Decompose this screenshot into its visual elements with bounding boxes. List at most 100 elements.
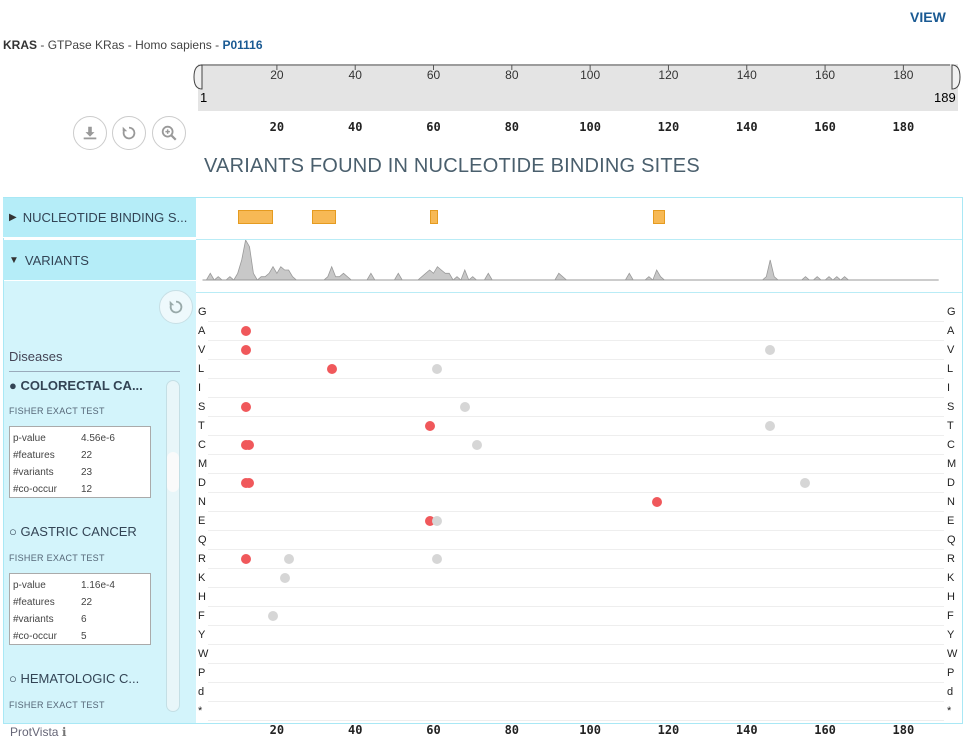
other-variant-point[interactable] <box>459 402 470 412</box>
stat-row: #variants 6 <box>13 611 147 628</box>
amino-acid-label: E <box>198 515 206 527</box>
variant-count-area <box>202 240 939 281</box>
radio-selected-icon: ● <box>9 378 17 393</box>
disease-variant-point[interactable] <box>244 478 255 488</box>
disease-variant-point[interactable] <box>240 345 251 355</box>
amino-acid-label: V <box>198 344 206 356</box>
other-variant-point[interactable] <box>800 478 811 488</box>
diseases-scrollbar[interactable] <box>166 380 180 712</box>
other-variant-point[interactable] <box>283 554 294 564</box>
amino-acid-label: H <box>198 591 206 603</box>
disease-variant-point[interactable] <box>240 554 251 564</box>
other-variant-point[interactable] <box>432 516 443 526</box>
ruler-tick-label: 120 <box>658 68 678 82</box>
accession-link[interactable]: P01116 <box>222 38 262 52</box>
other-variant-point[interactable] <box>471 440 482 450</box>
top-axis: 20 40 60 80 100 120 140 160 180 <box>198 120 958 136</box>
amino-acid-label: K <box>198 572 206 584</box>
binding-site-feature[interactable] <box>237 210 273 224</box>
amino-acid-label: P <box>198 667 206 679</box>
info-icon[interactable]: ℹ <box>62 725 67 739</box>
gene-name: KRAS <box>3 38 38 52</box>
other-variant-point[interactable] <box>279 573 290 583</box>
reset-filter-button[interactable] <box>159 290 193 324</box>
other-variant-point[interactable] <box>267 611 278 621</box>
disease-item-gastric[interactable]: ○ GASTRIC CANCER <box>9 524 159 539</box>
stat-row: p-value 4.56e-6 <box>13 430 147 447</box>
disease-variant-point[interactable] <box>240 326 251 336</box>
zoom-in-button[interactable] <box>152 116 186 150</box>
view-link[interactable]: VIEW <box>910 9 946 25</box>
stat-value: 22 <box>81 450 93 461</box>
amino-acid-label: Q <box>947 534 956 546</box>
axis-tick-label: 40 <box>347 723 363 737</box>
category-label: VARIANTS <box>24 252 89 268</box>
reset-icon <box>122 126 136 140</box>
other-variant-point[interactable] <box>765 345 776 355</box>
ruler-tick-label: 180 <box>893 68 913 82</box>
page-title: VARIANTS FOUND IN NUCLEOTIDE BINDING SIT… <box>204 155 700 177</box>
navigation-ruler[interactable]: 20 40 60 80 100 120 140 160 180 <box>193 64 961 111</box>
amino-acid-label: R <box>947 553 955 565</box>
amino-acid-label: D <box>947 477 955 489</box>
disease-item-hematologic[interactable]: ○ HEMATOLOGIC C... <box>9 671 159 686</box>
axis-tick-label: 120 <box>657 120 680 134</box>
scrollbar-thumb[interactable] <box>167 452 179 492</box>
disease-variant-point[interactable] <box>240 402 251 412</box>
amino-acid-label: S <box>947 401 955 413</box>
disease-variant-point[interactable] <box>651 497 662 507</box>
separator: - <box>124 38 136 52</box>
download-button[interactable] <box>73 116 107 150</box>
axis-tick-label: 20 <box>269 723 285 737</box>
divider <box>9 371 180 372</box>
amino-acid-label: F <box>947 610 954 622</box>
ruler-tick-label: 40 <box>349 68 363 82</box>
amino-acid-label: G <box>947 306 956 318</box>
stat-key: #co-occur <box>13 484 57 495</box>
other-variant-point[interactable] <box>432 554 443 564</box>
nav-end-value: 189 <box>934 90 956 105</box>
variant-count-histogram <box>202 240 939 281</box>
protvista-brand: ProtVista ℹ <box>10 725 66 739</box>
disease-variant-point[interactable] <box>424 421 435 431</box>
disease-variant-point[interactable] <box>244 440 255 450</box>
amino-acid-label: P <box>947 667 955 679</box>
other-variant-point[interactable] <box>432 364 443 374</box>
stat-row: #variants 23 <box>13 464 147 481</box>
brand-label: ProtVista <box>10 725 59 739</box>
stat-row: #co-occur 5 <box>13 628 147 645</box>
ruler-tick-label: 140 <box>737 68 757 82</box>
disease-variant-point[interactable] <box>326 364 337 374</box>
stat-key: #features <box>13 450 55 461</box>
reset-view-button[interactable] <box>112 116 146 150</box>
nav-start-value: 1 <box>200 90 208 105</box>
disease-label: GASTRIC CANCER <box>20 524 137 539</box>
amino-acid-label: T <box>947 420 954 432</box>
category-variants[interactable]: ▼ VARIANTS <box>3 240 196 280</box>
test-label: FISHER EXACT TEST <box>9 700 105 710</box>
expanded-triangle-icon: ▼ <box>9 254 19 266</box>
binding-site-feature[interactable] <box>429 210 438 224</box>
axis-tick-label: 80 <box>504 120 520 134</box>
stat-value: 1.16e-4 <box>81 580 115 591</box>
ruler-tick-label: 100 <box>580 68 600 82</box>
axis-tick-label: 120 <box>657 723 680 737</box>
organism-name: Homo sapiens <box>135 38 212 52</box>
axis-tick-label: 80 <box>504 723 520 737</box>
disease-label: HEMATOLOGIC C... <box>20 671 140 686</box>
test-label: FISHER EXACT TEST <box>9 553 105 563</box>
stats-table: p-value 4.56e-6 #features 22 #variants 23 #… <box>9 426 151 498</box>
stat-row: #co-occur 12 <box>13 481 147 498</box>
stat-key: #variants <box>13 467 54 478</box>
download-icon <box>83 126 97 140</box>
other-variant-point[interactable] <box>765 421 776 431</box>
category-nucleotide-binding[interactable]: ▶ NUCLEOTIDE BINDING S... <box>3 198 196 238</box>
disease-item-colorectal[interactable]: ● COLORECTAL CA... <box>9 378 159 393</box>
stat-value: 5 <box>81 631 87 642</box>
nav-right-handle <box>951 64 961 90</box>
binding-site-feature[interactable] <box>312 210 336 224</box>
binding-site-feature[interactable] <box>652 210 665 224</box>
amino-acid-label: A <box>947 325 955 337</box>
axis-tick-label: 180 <box>892 723 915 737</box>
amino-acid-label: I <box>198 382 202 394</box>
